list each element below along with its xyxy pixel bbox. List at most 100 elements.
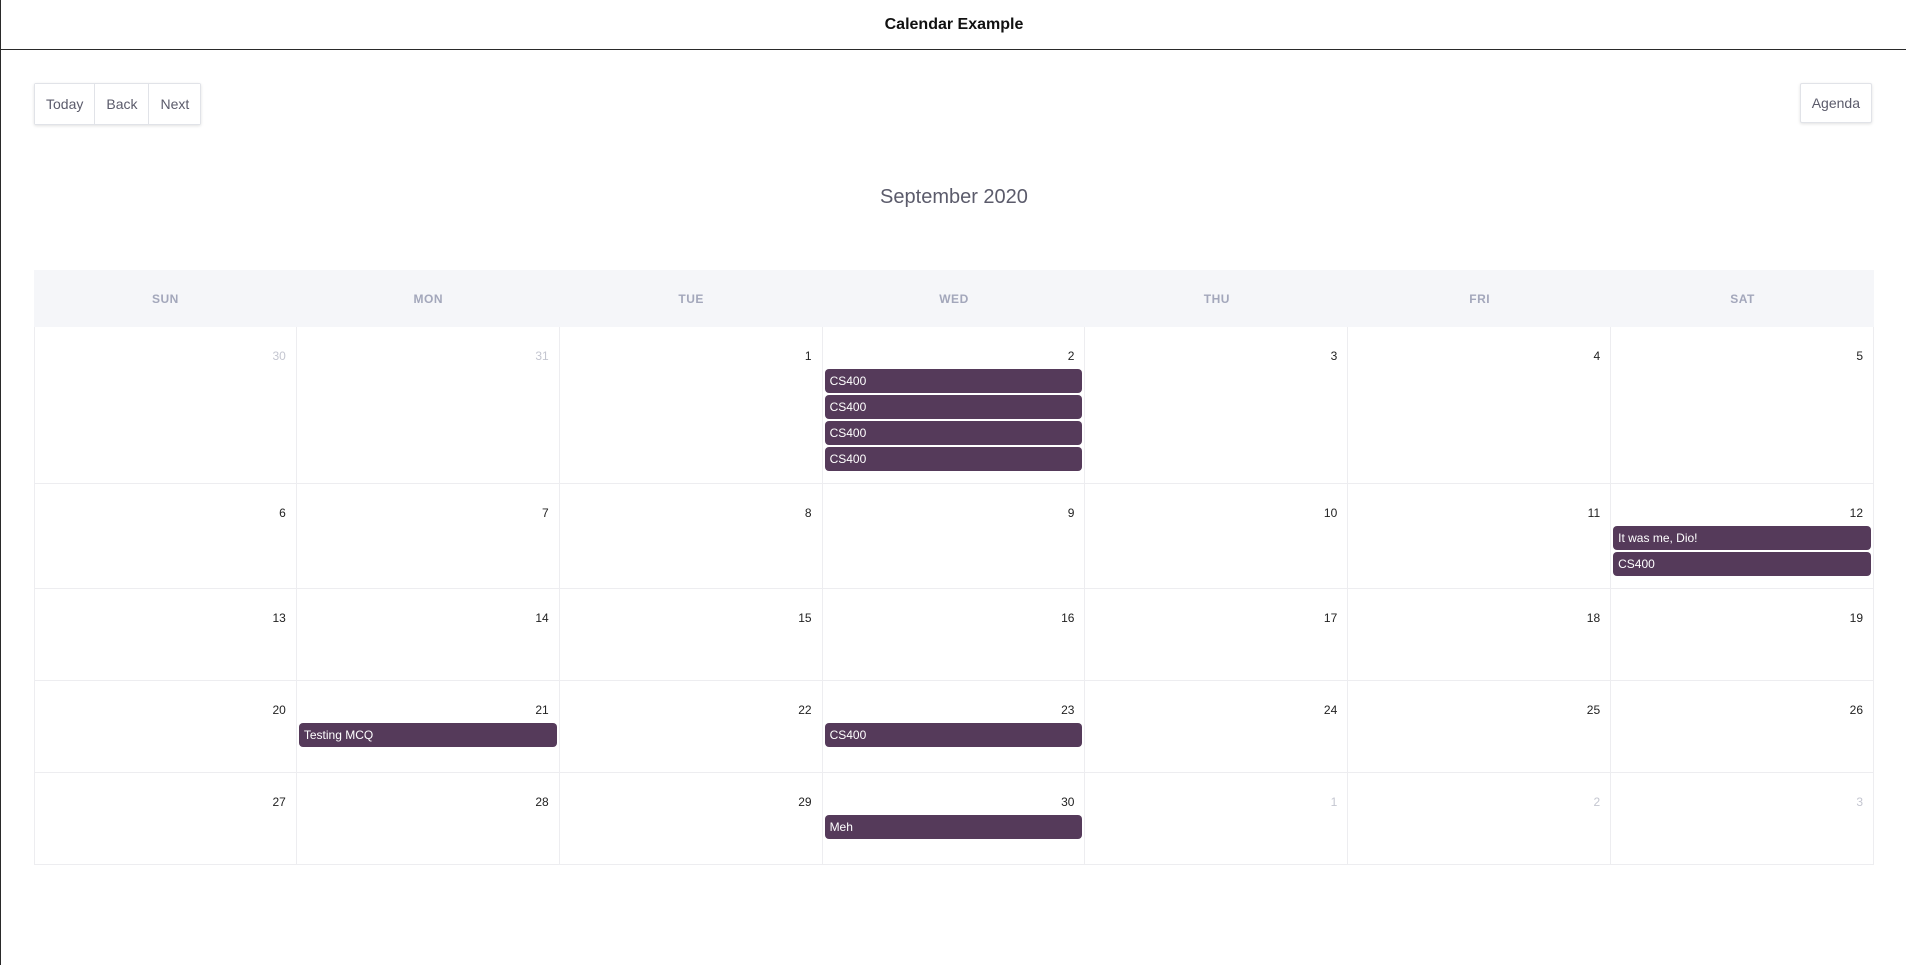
day-number[interactable]: 21 (299, 703, 548, 717)
day-number[interactable]: 2 (1350, 795, 1600, 809)
nav-button-group: Today Back Next (34, 83, 202, 125)
day-cell[interactable]: 1 (560, 327, 823, 483)
day-cell[interactable]: 18 (1348, 589, 1612, 680)
day-number[interactable]: 30 (37, 349, 285, 363)
day-cell[interactable]: 30 (34, 327, 297, 483)
day-number[interactable]: 31 (299, 349, 548, 363)
day-cell[interactable]: 24 (1085, 681, 1349, 772)
day-number[interactable]: 7 (299, 506, 549, 520)
month-label: September 2020 (880, 186, 1028, 208)
day-number[interactable]: 13 (37, 611, 285, 625)
day-number[interactable]: 2 (825, 349, 1075, 363)
day-cell[interactable]: 2 CS400 CS400 CS400 CS400 (823, 327, 1086, 483)
day-cell[interactable]: 2 (1348, 773, 1612, 864)
day-number[interactable]: 11 (1350, 506, 1600, 520)
day-number[interactable]: 10 (1087, 506, 1337, 520)
day-cell[interactable]: 17 (1085, 589, 1349, 680)
day-cell[interactable]: 26 (1611, 681, 1874, 772)
day-cell[interactable]: 5 (1611, 327, 1874, 483)
back-button[interactable]: Back (95, 84, 150, 124)
day-number[interactable]: 25 (1350, 703, 1600, 717)
day-cell[interactable]: 11 (1348, 484, 1612, 588)
day-number[interactable]: 3 (1613, 795, 1863, 809)
day-number[interactable]: 5 (1613, 349, 1863, 363)
calendar-event[interactable]: CS400 (1613, 552, 1871, 576)
calendar-event[interactable]: Meh (824, 815, 1083, 839)
day-cell[interactable]: 23 CS400 (823, 681, 1086, 772)
day-number[interactable]: 3 (1087, 349, 1338, 363)
next-button[interactable]: Next (149, 84, 201, 124)
day-number[interactable]: 12 (1613, 506, 1863, 520)
day-number[interactable]: 8 (562, 506, 812, 520)
day-number[interactable]: 19 (1613, 611, 1863, 625)
week-row: 20 21 Testing MCQ 22 23 CS400 24 25 26 (34, 681, 1874, 773)
day-cell[interactable]: 31 (297, 327, 560, 483)
day-events: CS400 (824, 723, 1083, 747)
day-cell[interactable]: 27 (34, 773, 297, 864)
day-cell[interactable]: 8 (560, 484, 823, 588)
calendar-event[interactable]: CS400 (824, 447, 1083, 471)
day-number[interactable]: 26 (1613, 703, 1863, 717)
day-events: Testing MCQ (298, 723, 557, 747)
day-cell[interactable]: 7 (297, 484, 560, 588)
calendar-event[interactable]: CS400 (824, 421, 1083, 445)
day-cell[interactable]: 12 It was me, Dio! CS400 (1611, 484, 1874, 588)
day-cell[interactable]: 14 (297, 589, 560, 680)
day-number[interactable]: 4 (1350, 349, 1600, 363)
weekday-label: MON (413, 291, 444, 306)
day-number[interactable]: 30 (825, 795, 1074, 809)
app-frame: Calendar Example Today Back Next Agenda … (0, 0, 1906, 965)
calendar-event[interactable]: CS400 (824, 723, 1083, 747)
day-number[interactable]: 28 (299, 795, 548, 809)
day-cell[interactable]: 6 (34, 484, 297, 588)
month-calendar: SUN MON TUE WED THU FRI SAT 30 31 1 2 CS400 CS400 CS… (34, 270, 1874, 865)
day-events: It was me, Dio! CS400 (1613, 526, 1871, 576)
calendar-event[interactable]: CS400 (824, 395, 1083, 419)
day-cell[interactable]: 22 (560, 681, 823, 772)
day-number[interactable]: 22 (562, 703, 811, 717)
calendar-event[interactable]: It was me, Dio! (1613, 526, 1871, 550)
day-cell[interactable]: 1 (1085, 773, 1349, 864)
day-cell[interactable]: 15 (560, 589, 823, 680)
day-cell[interactable]: 29 (560, 773, 823, 864)
day-number[interactable]: 9 (825, 506, 1075, 520)
day-cell[interactable]: 30 Meh (823, 773, 1086, 864)
day-cell[interactable]: 3 (1611, 773, 1874, 864)
day-cell[interactable]: 9 (823, 484, 1086, 588)
day-cell[interactable]: 13 (34, 589, 297, 680)
day-number[interactable]: 24 (1087, 703, 1337, 717)
day-cell[interactable]: 3 (1085, 327, 1349, 483)
day-cell[interactable]: 10 (1085, 484, 1349, 588)
today-button[interactable]: Today (35, 84, 96, 124)
day-events: CS400 CS400 CS400 CS400 (824, 369, 1083, 471)
day-number[interactable]: 15 (562, 611, 811, 625)
calendar-event[interactable]: Testing MCQ (298, 723, 557, 747)
day-number[interactable]: 16 (825, 611, 1074, 625)
weekday-header: SUN MON TUE WED THU FRI SAT (34, 270, 1874, 327)
day-number[interactable]: 17 (1087, 611, 1337, 625)
calendar-event[interactable]: CS400 (824, 369, 1083, 393)
day-cell[interactable]: 20 (34, 681, 297, 772)
day-number[interactable]: 27 (37, 795, 285, 809)
day-cell[interactable]: 28 (297, 773, 560, 864)
day-number[interactable]: 29 (562, 795, 811, 809)
week-row: 13 14 15 16 17 18 19 (34, 589, 1874, 681)
day-cell[interactable]: 25 (1348, 681, 1612, 772)
day-cell[interactable]: 16 (823, 589, 1086, 680)
day-cell[interactable]: 4 (1348, 327, 1612, 483)
day-number[interactable]: 23 (825, 703, 1074, 717)
weekday-label: THU (1203, 291, 1230, 306)
day-number[interactable]: 14 (299, 611, 548, 625)
agenda-view-button[interactable]: Agenda (1799, 83, 1872, 123)
week-row: 30 31 1 2 CS400 CS400 CS400 CS400 3 4 5 (34, 327, 1874, 484)
weekday-label: SUN (152, 291, 179, 306)
week-row: 27 28 29 30 Meh 1 2 3 (34, 773, 1874, 865)
day-number[interactable]: 6 (37, 506, 286, 520)
day-cell[interactable]: 19 (1611, 589, 1874, 680)
day-cell[interactable]: 21 Testing MCQ (297, 681, 560, 772)
day-number[interactable]: 1 (1087, 795, 1338, 809)
day-number[interactable]: 20 (37, 703, 285, 717)
day-number[interactable]: 18 (1350, 611, 1600, 625)
weekday-label: WED (939, 291, 969, 306)
day-number[interactable]: 1 (562, 349, 812, 363)
